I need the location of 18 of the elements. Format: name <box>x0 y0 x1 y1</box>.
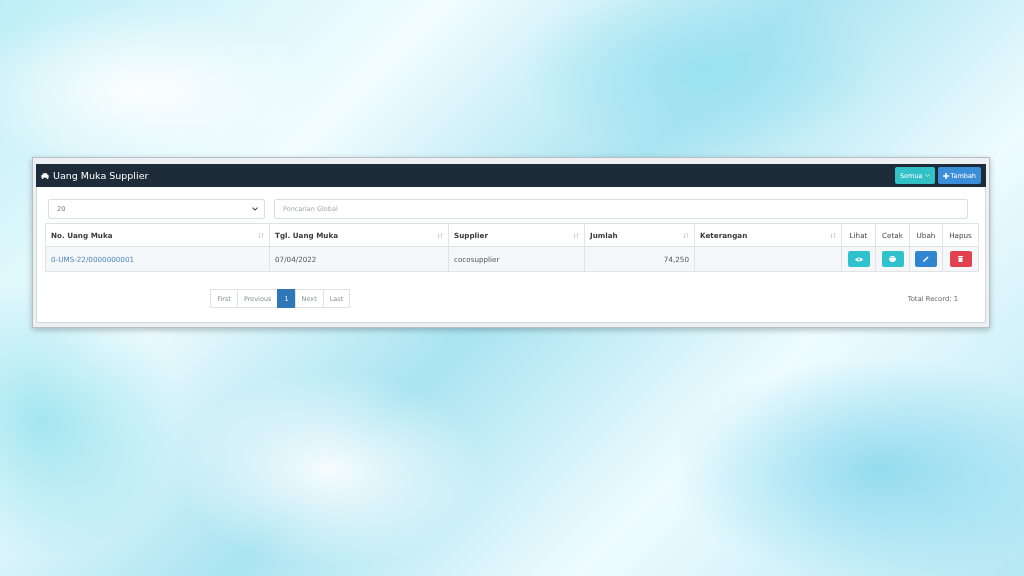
sort-icon <box>437 233 443 238</box>
print-button[interactable] <box>881 251 904 267</box>
delete-button[interactable] <box>949 251 972 267</box>
chevron-icon <box>252 207 258 211</box>
caret-icon <box>924 174 930 177</box>
pencil-icon <box>923 256 929 262</box>
panel-title: Uang Muka Supplier <box>53 170 149 181</box>
plus-icon <box>942 172 949 179</box>
sort-icon <box>258 233 264 238</box>
eye-icon <box>854 256 863 262</box>
sort-icon <box>683 233 689 238</box>
printer-icon <box>889 256 896 262</box>
trash-icon <box>958 256 963 262</box>
view-button[interactable] <box>847 251 870 267</box>
sort-icon <box>573 233 579 238</box>
car-icon <box>41 172 49 179</box>
edit-button[interactable] <box>915 251 937 267</box>
sort-icon <box>830 233 836 238</box>
